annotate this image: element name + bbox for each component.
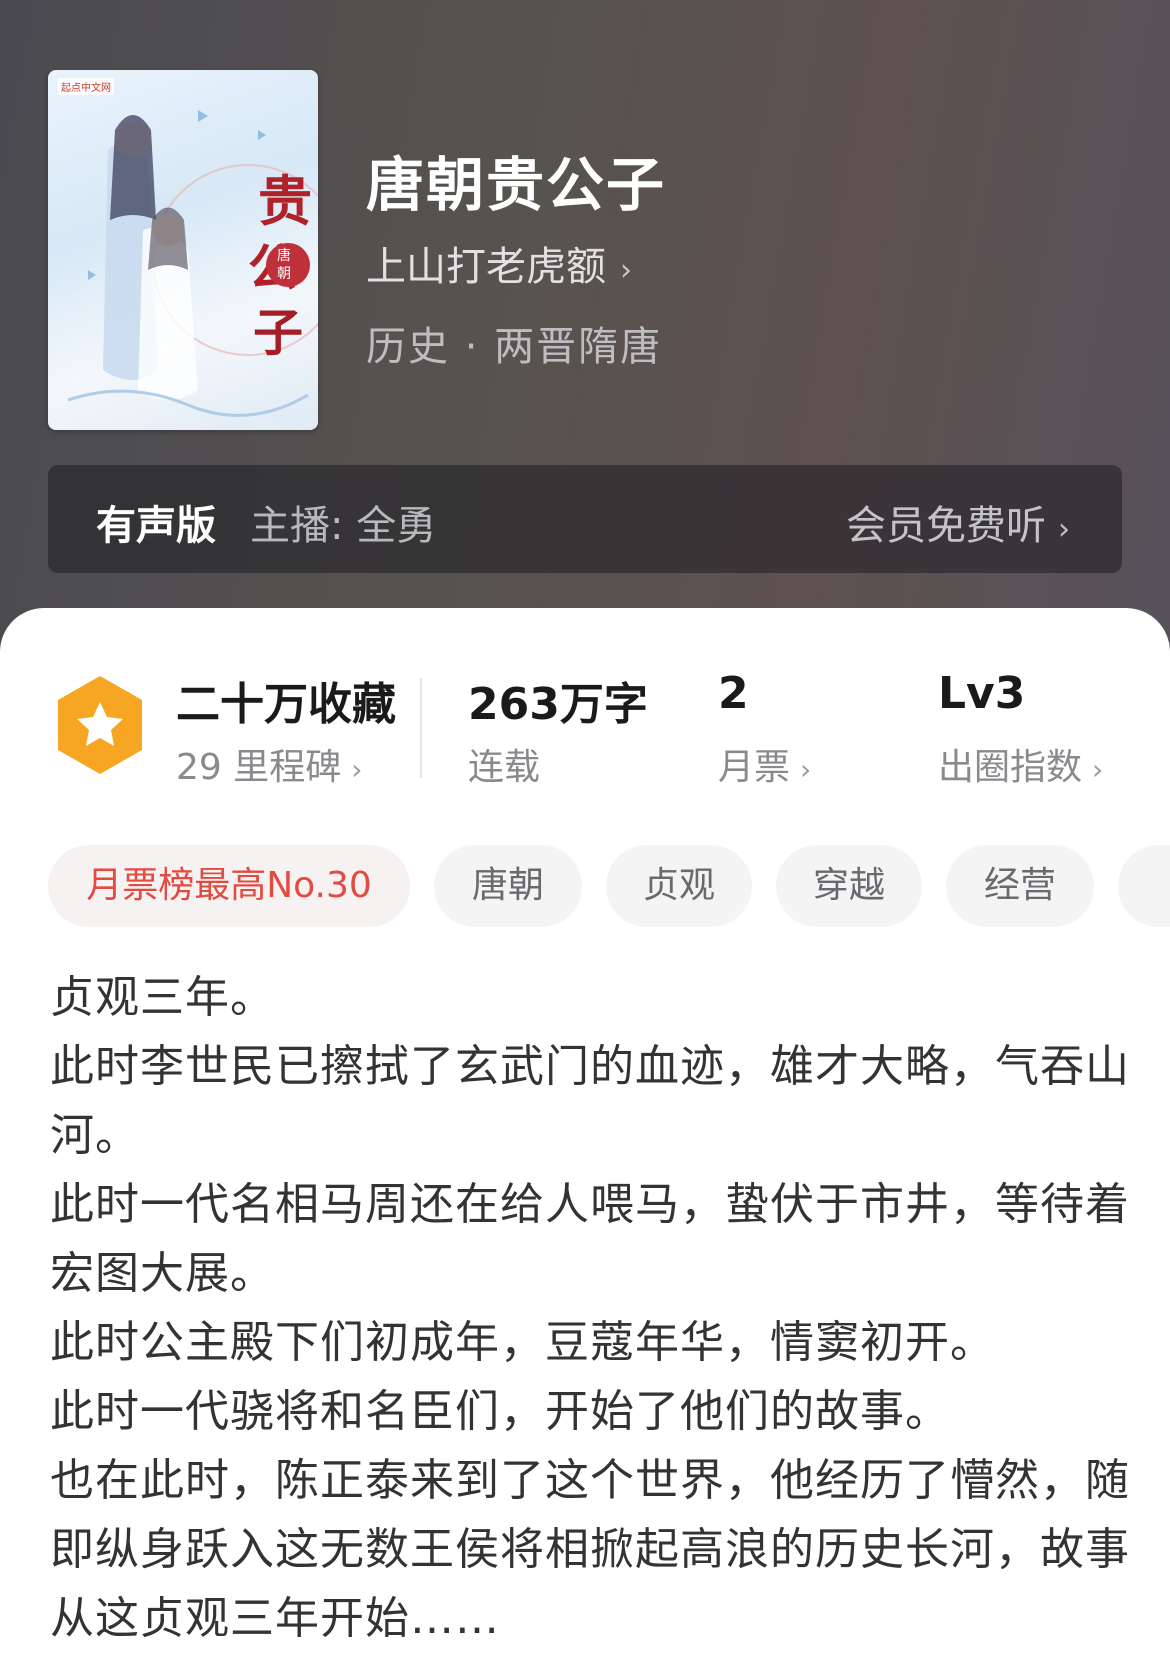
collection-star-icon bbox=[58, 676, 142, 774]
chevron-right-icon: › bbox=[800, 753, 812, 786]
description-line: 此时一代名相马周还在给人喂马，蛰伏于市井，等待着宏图大展。 bbox=[50, 1179, 1130, 1299]
tag-management[interactable]: 经营 bbox=[946, 845, 1094, 927]
popularity-index-label: 出圈指数 bbox=[938, 747, 1083, 788]
audio-host: 主播: 全勇 bbox=[250, 503, 437, 549]
free-listen-label: 会员免费听 bbox=[846, 503, 1046, 549]
monthly-ticket-link[interactable]: 月票 › bbox=[718, 738, 811, 790]
free-listen-button[interactable]: 会员免费听 › bbox=[846, 493, 1070, 551]
tag-zhenguan[interactable]: 贞观 bbox=[606, 845, 752, 927]
author-link[interactable]: 上山打老虎额 › bbox=[366, 234, 632, 292]
svg-text:子: 子 bbox=[253, 303, 303, 362]
tag-tang-dynasty[interactable]: 唐朝 bbox=[434, 845, 582, 927]
description-line: 贞观三年。 bbox=[50, 972, 275, 1023]
milestone-link[interactable]: 29 里程碑 › bbox=[176, 738, 362, 790]
description-line: 也在此时，陈正泰来到了这个世界，他经历了懵然，随即纵身跃入这无数王侯将相掀起高浪… bbox=[50, 1455, 1130, 1644]
svg-text:朝: 朝 bbox=[277, 266, 291, 282]
cover-illustration: 贵 公 子 唐 朝 bbox=[67, 110, 318, 417]
stat-word-count: 263万字 bbox=[468, 679, 648, 730]
stat-collections: 二十万收藏 bbox=[176, 679, 396, 730]
author-name: 上山打老虎额 bbox=[366, 244, 606, 290]
chevron-right-icon: › bbox=[1058, 512, 1070, 547]
description-line: 此时一代骁将和名臣们，开始了他们的故事。 bbox=[50, 1386, 950, 1437]
tag-ranking[interactable]: 月票榜最高No.30 bbox=[48, 845, 410, 927]
popularity-index-link[interactable]: 出圈指数 › bbox=[938, 738, 1103, 790]
book-description: 贞观三年。 此时李世民已擦拭了玄武门的血迹，雄才大略，气吞山河。 此时一代名相马… bbox=[50, 963, 1130, 1653]
book-cover[interactable]: 贵 公 子 唐 朝 起点中文网 bbox=[48, 70, 318, 430]
stat-popularity-level: Lv3 bbox=[938, 668, 1026, 719]
tag-time-travel[interactable]: 穿越 bbox=[776, 845, 922, 927]
chevron-right-icon: › bbox=[1092, 753, 1104, 786]
chevron-right-icon: › bbox=[351, 753, 363, 786]
svg-text:贵: 贵 bbox=[258, 169, 312, 233]
book-genre: 历史 · 两晋隋唐 bbox=[366, 324, 663, 370]
stat-divider bbox=[420, 678, 422, 778]
chevron-right-icon: › bbox=[620, 253, 632, 288]
svg-text:唐: 唐 bbox=[277, 247, 291, 264]
monthly-ticket-label: 月票 bbox=[718, 747, 791, 788]
description-line: 此时公主殿下们初成年，豆蔻年华，情窦初开。 bbox=[50, 1317, 995, 1368]
description-line: 此时李世民已擦拭了玄武门的血迹，雄才大略，气吞山河。 bbox=[50, 1041, 1130, 1161]
stat-status: 连载 bbox=[468, 747, 541, 788]
milestone-label: 29 里程碑 bbox=[176, 747, 342, 788]
audio-version-label: 有声版 bbox=[96, 503, 216, 549]
stat-monthly-tickets: 2 bbox=[718, 668, 749, 719]
cover-publisher-badge: 起点中文网 bbox=[58, 78, 114, 95]
audio-version-bar[interactable]: 有声版 主播: 全勇 会员免费听 › bbox=[48, 465, 1122, 573]
book-title: 唐朝贵公子 bbox=[366, 151, 667, 219]
